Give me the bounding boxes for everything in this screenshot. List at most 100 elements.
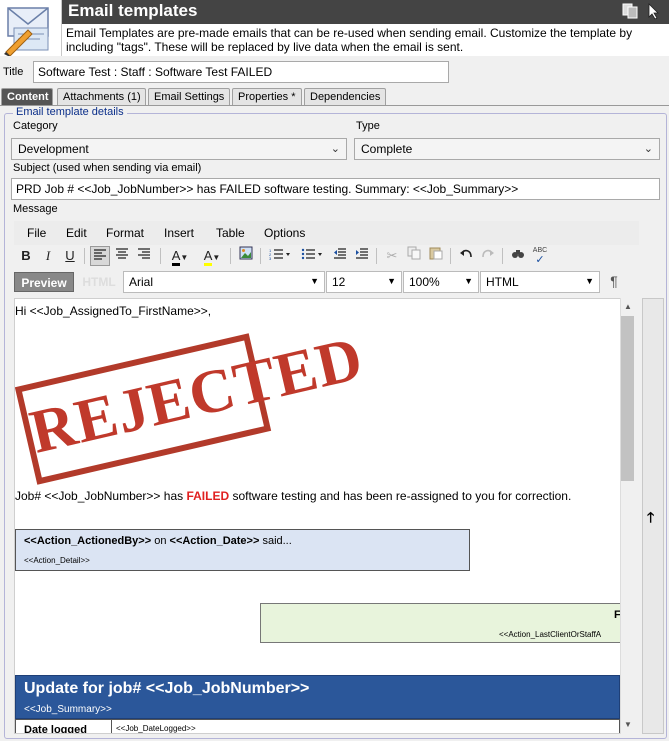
align-right-icon[interactable] [134, 246, 154, 266]
chevron-down-icon: ▼ [464, 276, 473, 286]
email-templates-logo-icon [0, 0, 62, 57]
editor-scrollbar-thumb[interactable] [621, 316, 634, 481]
redo-icon[interactable] [478, 246, 498, 266]
category-value: Development [18, 142, 89, 156]
failed-word: FAILED [186, 489, 230, 503]
job-details-table: Date logged <<Job_DateLogged>> [15, 719, 620, 733]
tab-properties[interactable]: Properties * [232, 88, 302, 106]
undo-icon[interactable] [456, 246, 476, 266]
side-panel[interactable]: 🡑 [642, 298, 664, 734]
update-header-box: Update for job# <<Job_JobNumber>> <<Job_… [15, 675, 620, 719]
pointer-icon[interactable] [645, 2, 663, 20]
menu-file[interactable]: File [27, 226, 46, 240]
doc-mode-value: HTML [486, 275, 519, 289]
failed-line-post: software testing and has been re-assigne… [229, 489, 572, 503]
tab-email-settings[interactable]: Email Settings [148, 88, 230, 106]
italic-button[interactable]: I [38, 246, 58, 266]
chevron-down-icon: ▼ [310, 276, 319, 286]
underline-button[interactable]: U [60, 246, 80, 266]
editor-format-bar: Preview HTML Arial ▼ 12 ▼ 100% ▼ HTML ▼ … [14, 271, 639, 293]
tab-dependencies[interactable]: Dependencies [304, 88, 386, 106]
outdent-icon[interactable] [330, 246, 350, 266]
action-date-tag: <<Action_Date>> [169, 535, 260, 547]
group-title: Email template details [13, 106, 127, 118]
message-label: Message [13, 203, 58, 215]
toolbar-separator [376, 248, 377, 264]
cut-icon[interactable]: ✂ [382, 246, 402, 266]
toolbar-separator [502, 248, 503, 264]
toolbar-separator [450, 248, 451, 264]
action-box: <<Action_ActionedBy>> on <<Action_Date>>… [15, 529, 470, 571]
category-select[interactable]: Development ⌄ [11, 138, 347, 160]
editor-toolbar: B I U A▼ A▼ 123 ✂ ABC ✓ [14, 246, 639, 268]
bold-button[interactable]: B [16, 246, 36, 266]
subject-input[interactable]: PRD Job # <<Job_JobNumber>> has FAILED s… [11, 178, 660, 200]
tab-attachments[interactable]: Attachments (1) [57, 88, 146, 106]
highlight-color-icon[interactable]: A▼ [198, 246, 226, 266]
menu-insert[interactable]: Insert [164, 226, 194, 240]
toolbar-separator [260, 248, 261, 264]
toolbar-separator [230, 248, 231, 264]
subject-label: Subject (used when sending via email) [13, 162, 202, 174]
preview-button[interactable]: Preview [14, 272, 74, 292]
date-logged-value: <<Job_DateLogged>> [116, 724, 196, 733]
page-title: Email templates [62, 0, 669, 24]
align-center-icon[interactable] [112, 246, 132, 266]
font-color-icon[interactable]: A▼ [166, 246, 194, 266]
scroll-up-icon[interactable]: ▲ [624, 302, 632, 311]
update-title: Update for job# <<Job_JobNumber>> [24, 680, 310, 697]
message-editor[interactable]: Hi <<Job_AssignedTo_FirstName>>, REJECTE… [14, 298, 635, 734]
font-size-value: 12 [332, 275, 346, 289]
client-action-box: F <<Action_LastClientOrStaffA [260, 603, 634, 643]
chevron-down-icon: ▼ [585, 276, 594, 286]
numbered-list-icon[interactable]: 123 [266, 246, 294, 266]
menu-table[interactable]: Table [216, 226, 245, 240]
update-summary-tag: <<Job_Summary>> [24, 704, 112, 715]
spell-check-icon[interactable]: ABC ✓ [530, 246, 550, 266]
failed-line-pre: Job# <<Job_JobNumber>> has [15, 489, 187, 503]
title-input[interactable]: Software Test : Staff : Software Test FA… [33, 61, 449, 83]
chevron-down-icon: ▼ [387, 276, 396, 286]
font-family-value: Arial [129, 275, 154, 289]
find-icon[interactable] [508, 246, 528, 266]
font-family-select[interactable]: Arial ▼ [123, 271, 325, 293]
client-action-detail-tag: <<Action_LastClientOrStaffA [499, 630, 602, 639]
chevron-down-icon: ⌄ [643, 143, 653, 155]
action-detail-tag: <<Action_Detail>> [24, 556, 90, 565]
align-left-icon[interactable] [90, 246, 110, 266]
rejected-stamp-image: REJECTED [15, 324, 369, 485]
action-on-text: on [151, 535, 170, 547]
menu-edit[interactable]: Edit [66, 226, 87, 240]
bullet-list-icon[interactable] [298, 246, 326, 266]
type-label: Type [356, 120, 380, 132]
message-greeting: Hi <<Job_AssignedTo_FirstName>>, [15, 304, 212, 318]
action-said-text: said... [259, 535, 292, 547]
show-formatting-icon[interactable]: ¶ [604, 271, 624, 291]
doc-mode-select[interactable]: HTML ▼ [480, 271, 600, 293]
indent-icon[interactable] [352, 246, 372, 266]
copy-icon[interactable] [621, 2, 639, 20]
menu-options[interactable]: Options [264, 226, 305, 240]
action-by-tag: <<Action_ActionedBy>> [24, 535, 152, 547]
editor-menubar: File Edit Format Insert Table Options [14, 221, 639, 245]
zoom-value: 100% [409, 275, 440, 289]
page-description: Email Templates are pre-made emails that… [62, 24, 669, 56]
zoom-select[interactable]: 100% ▼ [403, 271, 479, 293]
scroll-to-top-icon[interactable]: 🡑 [647, 507, 654, 531]
type-value: Complete [361, 142, 413, 156]
type-select[interactable]: Complete ⌄ [354, 138, 660, 160]
toolbar-separator [160, 248, 161, 264]
chevron-down-icon: ⌄ [330, 143, 340, 155]
paste-icon[interactable] [426, 246, 446, 266]
scroll-down-icon[interactable]: ▼ [624, 720, 632, 729]
message-failed-line: Job# <<Job_JobNumber>> has FAILED softwa… [15, 489, 571, 503]
svg-text:3: 3 [269, 256, 272, 260]
font-size-select[interactable]: 12 ▼ [326, 271, 402, 293]
tab-content[interactable]: Content [1, 88, 53, 106]
category-label: Category [13, 120, 58, 132]
html-button[interactable]: HTML [77, 272, 121, 292]
copy-icon[interactable] [404, 246, 424, 266]
insert-image-icon[interactable] [236, 246, 256, 266]
toolbar-separator [84, 248, 85, 264]
menu-format[interactable]: Format [106, 226, 144, 240]
